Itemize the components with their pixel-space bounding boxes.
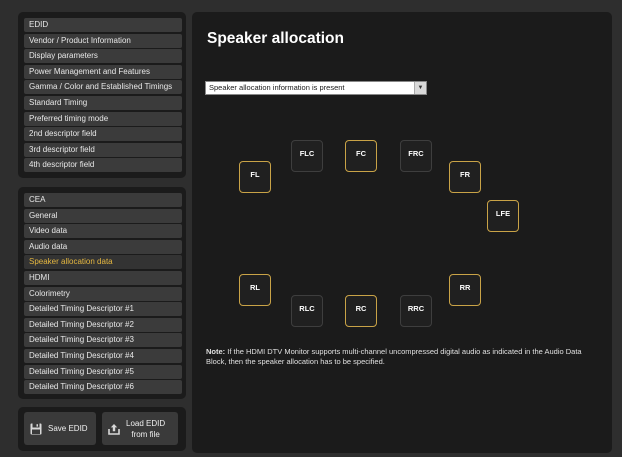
speaker-fc[interactable]: FC bbox=[345, 140, 377, 172]
chevron-down-icon: ▼ bbox=[414, 82, 426, 94]
speaker-allocation-note: Note: If the HDMI DTV Monitor supports m… bbox=[206, 347, 596, 367]
load-edid-label-line1: Load EDID bbox=[126, 418, 166, 428]
sidebar-item-vendor-product-info[interactable]: Vendor / Product Information bbox=[24, 33, 182, 48]
speaker-fr[interactable]: FR bbox=[449, 161, 481, 193]
load-edid-label-line2: from file bbox=[131, 429, 160, 439]
sidebar-item-gamma-color[interactable]: Gamma / Color and Established Timings bbox=[24, 80, 182, 95]
sidebar-item-video-data[interactable]: Video data bbox=[24, 224, 182, 239]
sidebar-item-speaker-allocation[interactable]: Speaker allocation data bbox=[24, 255, 182, 270]
speaker-allocation-select[interactable]: Speaker allocation information is presen… bbox=[205, 81, 427, 95]
sidebar-item-dtd-3[interactable]: Detailed Timing Descriptor #3 bbox=[24, 333, 182, 348]
sidebar-item-dtd-1[interactable]: Detailed Timing Descriptor #1 bbox=[24, 302, 182, 317]
sidebar-item-preferred-timing-mode[interactable]: Preferred timing mode bbox=[24, 111, 182, 126]
sidebar-item-display-parameters[interactable]: Display parameters bbox=[24, 49, 182, 64]
load-edid-label: Load EDID from file bbox=[126, 418, 165, 440]
sidebar-item-power-management[interactable]: Power Management and Features bbox=[24, 64, 182, 79]
sidebar-item-4th-descriptor[interactable]: 4th descriptor field bbox=[24, 158, 182, 173]
load-edid-button[interactable]: Load EDID from file bbox=[102, 412, 178, 445]
page-title: Speaker allocation bbox=[207, 30, 344, 47]
speaker-rr[interactable]: RR bbox=[449, 274, 481, 306]
note-label: Note: bbox=[206, 347, 226, 356]
sidebar-item-dtd-2[interactable]: Detailed Timing Descriptor #2 bbox=[24, 317, 182, 332]
sidebar-item-3rd-descriptor[interactable]: 3rd descriptor field bbox=[24, 142, 182, 157]
speaker-flc[interactable]: FLC bbox=[291, 140, 323, 172]
sidebar-item-standard-timing[interactable]: Standard Timing bbox=[24, 95, 182, 110]
save-edid-label: Save EDID bbox=[48, 424, 88, 433]
cea-sections-panel: CEA General Video data Audio data Speake… bbox=[18, 187, 186, 399]
sidebar-item-general[interactable]: General bbox=[24, 208, 182, 223]
speaker-rl[interactable]: RL bbox=[239, 274, 271, 306]
sidebar-item-dtd-5[interactable]: Detailed Timing Descriptor #5 bbox=[24, 364, 182, 379]
upload-file-icon bbox=[108, 423, 120, 435]
floppy-disk-icon bbox=[30, 423, 42, 434]
sidebar-item-colorimetry[interactable]: Colorimetry bbox=[24, 286, 182, 301]
save-edid-button[interactable]: Save EDID bbox=[24, 412, 96, 445]
speaker-allocation-select-value: Speaker allocation information is presen… bbox=[209, 83, 345, 92]
sidebar-item-edid[interactable]: EDID bbox=[24, 18, 182, 32]
speaker-rc[interactable]: RC bbox=[345, 295, 377, 327]
edid-sections-panel: EDID Vendor / Product Information Displa… bbox=[18, 12, 186, 178]
speaker-rlc[interactable]: RLC bbox=[291, 295, 323, 327]
speaker-lfe[interactable]: LFE bbox=[487, 200, 519, 232]
speaker-frc[interactable]: FRC bbox=[400, 140, 432, 172]
note-text: If the HDMI DTV Monitor supports multi-c… bbox=[206, 347, 582, 366]
sidebar-item-hdmi[interactable]: HDMI bbox=[24, 270, 182, 285]
sidebar-item-dtd-6[interactable]: Detailed Timing Descriptor #6 bbox=[24, 380, 182, 395]
speaker-rrc[interactable]: RRC bbox=[400, 295, 432, 327]
sidebar-item-cea[interactable]: CEA bbox=[24, 193, 182, 207]
sidebar-item-dtd-4[interactable]: Detailed Timing Descriptor #4 bbox=[24, 348, 182, 363]
speaker-allocation-panel: Speaker allocation Speaker allocation in… bbox=[192, 12, 612, 453]
file-actions-panel: Save EDID Load EDID from file bbox=[18, 407, 186, 451]
sidebar-item-audio-data[interactable]: Audio data bbox=[24, 239, 182, 254]
speaker-fl[interactable]: FL bbox=[239, 161, 271, 193]
sidebar-item-2nd-descriptor[interactable]: 2nd descriptor field bbox=[24, 127, 182, 142]
